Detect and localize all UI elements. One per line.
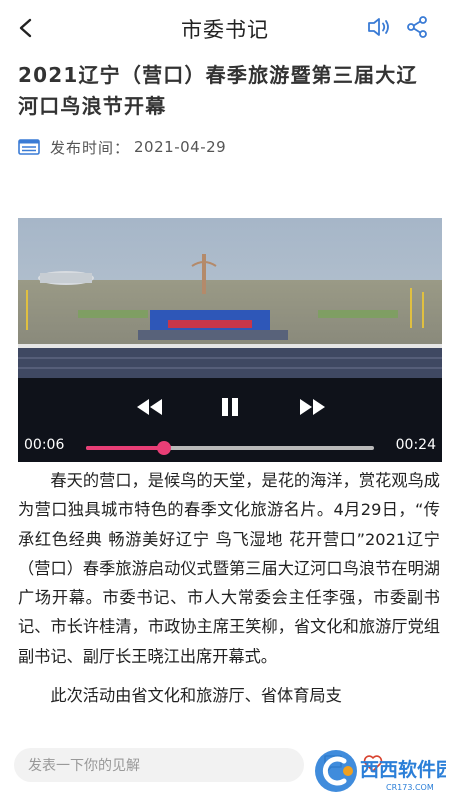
progress-handle[interactable]: [156, 441, 171, 455]
read-aloud-button[interactable]: [364, 12, 394, 42]
top-bar: 市委书记: [0, 0, 450, 56]
watermark-logo: 西西软件园 CR173.COM: [315, 750, 446, 792]
comment-input[interactable]: 发表一下你的见解: [14, 748, 304, 782]
pause-button[interactable]: [216, 392, 244, 422]
share-icon: [407, 16, 427, 38]
comment-placeholder: 发表一下你的见解: [28, 758, 140, 774]
progress-bar[interactable]: [86, 441, 374, 455]
fast-forward-button[interactable]: [296, 394, 330, 420]
rewind-button[interactable]: [132, 394, 166, 420]
publish-time-label: 发布时间：: [50, 138, 131, 157]
article-title: 2021辽宁（营口）春季旅游暨第三届大辽河口鸟浪节开幕: [18, 63, 418, 118]
rewind-icon: [137, 399, 162, 415]
video-player[interactable]: 00:06 00:24: [18, 218, 442, 462]
watermark-url: CR173.COM: [386, 783, 434, 792]
fast-forward-icon: [300, 399, 325, 415]
pause-icon: [222, 398, 238, 416]
publish-meta: 发布时间： 2021-04-29: [18, 136, 226, 158]
watermark-brand: 西西软件园: [360, 758, 446, 781]
progress-fill: [86, 446, 164, 450]
publish-date: 2021-04-29: [134, 138, 227, 156]
body-paragraph: 春天的营口，是候鸟的天堂，是花的海洋，赏花观鸟成为营口独具城市特色的春季文化旅游…: [18, 471, 440, 666]
current-time: 00:06: [24, 437, 65, 453]
article-body: 春天的营口，是候鸟的天堂，是花的海洋，赏花观鸟成为营口独具城市特色的春季文化旅游…: [18, 466, 440, 720]
calendar-list-icon: [18, 139, 40, 155]
share-button[interactable]: [402, 12, 432, 42]
body-paragraph: 此次活动由省文化和旅游厅、省体育局支: [50, 686, 342, 706]
speaker-icon: [368, 18, 389, 36]
total-time: 00:24: [395, 437, 436, 453]
